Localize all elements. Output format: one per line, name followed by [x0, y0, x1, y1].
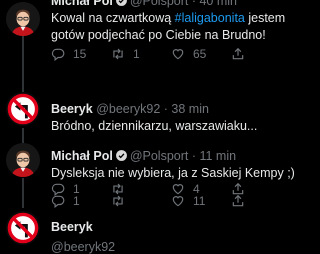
reply-button[interactable]: 1: [51, 182, 80, 196]
hashtag-link[interactable]: #laligabonita: [175, 11, 245, 25]
like-button[interactable]: 65: [171, 47, 206, 61]
retweet-icon: [111, 47, 125, 61]
avatar[interactable]: [6, 211, 40, 245]
author-handle[interactable]: @beeryk92: [96, 102, 160, 116]
reply-button[interactable]: 15: [51, 47, 86, 61]
like-button[interactable]: 4: [171, 182, 200, 196]
tweet-text: Kowal na czwartkową #laligabonita jestem…: [51, 11, 286, 42]
verified-badge-icon: [115, 0, 128, 7]
like-count: 65: [193, 47, 207, 61]
verified-badge-icon: [115, 149, 128, 162]
share-icon: [231, 47, 245, 61]
tweet-time[interactable]: 38 min: [171, 102, 209, 116]
retweet-icon: [111, 182, 125, 196]
tweet[interactable]: Beeryk @beeryk92: [0, 198, 300, 254]
reply-icon: [51, 47, 65, 61]
tweet-text: Dysleksja nie wybiera, ja z Saskiej Kemp…: [51, 166, 295, 180]
retweet-button[interactable]: 1: [111, 47, 140, 61]
reply-icon: [51, 182, 65, 196]
tweet[interactable]: Michał Pol @Polsport · 11 min Dysleksja n…: [0, 140, 300, 198]
like-count: 4: [193, 182, 200, 196]
tweet[interactable]: Beeryk @beeryk92 · 38 min Bródno, dzienn…: [0, 80, 300, 208]
author-name[interactable]: Beeryk: [51, 102, 93, 116]
author-name[interactable]: Michał Pol: [51, 0, 113, 8]
reply-count: 15: [73, 47, 87, 61]
author-handle[interactable]: @beeryk92: [51, 240, 296, 254]
avatar[interactable]: [6, 2, 40, 36]
author-name[interactable]: Beeryk: [51, 220, 93, 234]
reply-count: 1: [73, 182, 80, 196]
author-handle[interactable]: @Polsport: [130, 0, 189, 8]
tweet-text: Bródno, dziennikarzu, warszawiaku...: [51, 119, 258, 133]
author-name[interactable]: Michał Pol: [51, 149, 113, 163]
avatar[interactable]: [6, 92, 40, 126]
avatar[interactable]: [6, 143, 40, 177]
tweet-time[interactable]: 11 min: [199, 149, 236, 163]
heart-icon: [171, 182, 185, 196]
share-icon: [231, 182, 245, 196]
share-button[interactable]: [231, 47, 245, 61]
tweet-time[interactable]: 40 min: [199, 0, 237, 8]
retweet-button[interactable]: [111, 182, 133, 196]
author-handle[interactable]: @Polsport: [130, 149, 189, 163]
tweet[interactable]: Michał Pol @Polsport · 40 min Kowal na cz…: [0, 0, 300, 78]
share-button[interactable]: [231, 182, 245, 196]
retweet-count: 1: [133, 47, 140, 61]
heart-icon: [171, 47, 185, 61]
